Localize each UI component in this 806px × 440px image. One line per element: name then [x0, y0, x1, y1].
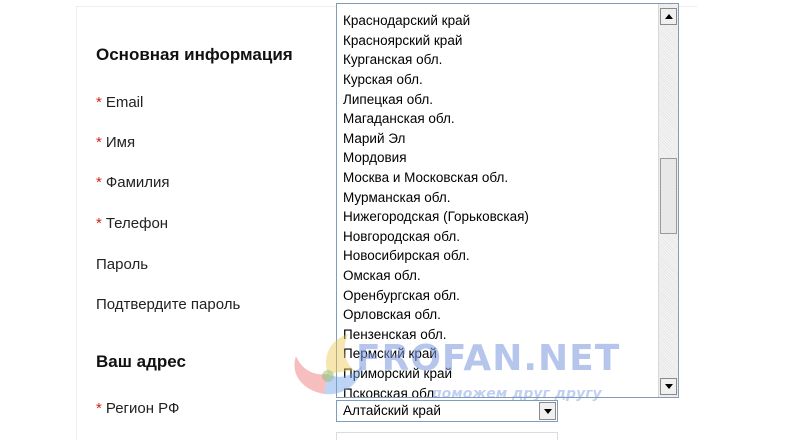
label-phone: * Телефон [96, 215, 169, 232]
scroll-down-button[interactable] [660, 378, 677, 395]
region-option[interactable]: Омская обл. [343, 266, 421, 286]
region-dropdown-list[interactable]: Краснодарский край Красноярский край Кур… [336, 3, 679, 398]
scroll-up-button[interactable] [660, 8, 677, 25]
region-option[interactable]: Липецкая обл. [343, 90, 433, 110]
region-option[interactable]: Москва и Московская обл. [343, 168, 508, 188]
label-email: * Email [96, 94, 144, 111]
registration-page: Основная информация * Email * Имя * Фамилия… [0, 0, 806, 440]
required-marker: * [96, 94, 102, 111]
region-select-value: Алтайский край [343, 403, 441, 418]
arrow-down-icon [664, 384, 673, 389]
region-option[interactable]: Курганская обл. [343, 50, 442, 70]
label-first-name: * Имя [96, 134, 136, 151]
required-marker: * [96, 400, 102, 417]
region-option[interactable]: Краснодарский край [343, 11, 470, 31]
required-marker: * [96, 215, 102, 232]
region-option[interactable]: Оренбургская обл. [343, 286, 460, 306]
region-option[interactable]: Марий Эл [343, 129, 405, 149]
chevron-down-icon [543, 408, 552, 414]
region-option[interactable]: Орловская обл. [343, 305, 441, 325]
label-password: Пароль [96, 256, 149, 273]
region-option[interactable]: Новгородская обл. [343, 227, 460, 247]
dropdown-scrollbar[interactable] [658, 4, 678, 397]
region-option[interactable]: Новосибирская обл. [343, 246, 470, 266]
label-region: * Регион РФ [96, 400, 180, 417]
label-last-name: * Фамилия [96, 174, 170, 191]
region-select-toggle[interactable] [539, 402, 556, 420]
region-option[interactable]: Мордовия [343, 148, 407, 168]
region-option[interactable]: Пермский край [343, 344, 437, 364]
region-option[interactable]: Пензенская обл. [343, 325, 446, 345]
region-option[interactable]: Курская обл. [343, 70, 423, 90]
label-confirm-password: Подтвердите пароль [96, 296, 241, 313]
region-option[interactable]: Мурманская обл. [343, 188, 451, 208]
region-option[interactable]: Красноярский край [343, 31, 462, 51]
scrollbar-thumb[interactable] [660, 158, 677, 234]
required-marker: * [96, 174, 102, 191]
arrow-up-icon [664, 14, 673, 19]
region-select[interactable]: Алтайский край [336, 400, 558, 422]
section-title-basic-info: Основная информация [96, 45, 293, 64]
region-option[interactable]: Магаданская обл. [343, 109, 455, 129]
region-option[interactable]: Приморский край [343, 364, 452, 384]
region-options: Краснодарский край Красноярский край Кур… [337, 4, 659, 397]
region-option[interactable]: Нижегородская (Горьковская) [343, 207, 529, 227]
region-option[interactable]: Псковская обл. [343, 384, 438, 397]
section-title-address: Ваш адрес [96, 352, 186, 371]
next-field-box [336, 432, 558, 440]
required-marker: * [96, 134, 102, 151]
